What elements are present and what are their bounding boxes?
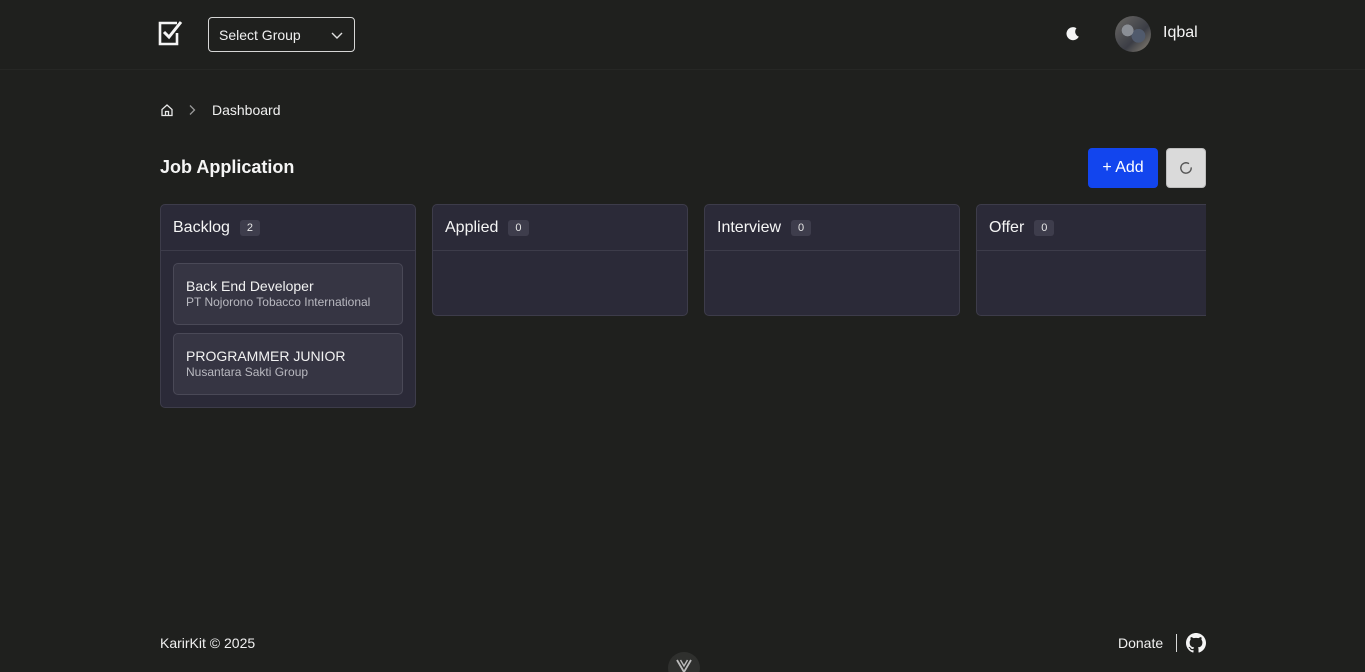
- column-header: Interview 0: [705, 205, 959, 251]
- job-title: PROGRAMMER JUNIOR: [186, 348, 346, 364]
- home-icon[interactable]: [160, 103, 174, 117]
- user-name[interactable]: Iqbal: [1163, 24, 1198, 42]
- vue-devtools-icon: [676, 659, 692, 672]
- moon-icon[interactable]: [1063, 24, 1083, 44]
- column-title: Interview: [717, 218, 782, 236]
- job-title: Back End Developer: [186, 278, 314, 294]
- column-header: Offer 0: [977, 205, 1206, 251]
- page-title: Job Application: [160, 157, 295, 177]
- job-card[interactable]: PROGRAMMER JUNIOR Nusantara Sakti Group: [173, 333, 403, 395]
- job-company: Nusantara Sakti Group: [186, 365, 309, 379]
- column-title: Offer: [989, 218, 1025, 236]
- refresh-icon: [1180, 162, 1192, 174]
- kanban-board: Backlog 2 Back End Developer PT Nojorono…: [160, 204, 1206, 414]
- group-select-label: Select Group: [219, 26, 301, 43]
- column-title: Backlog: [173, 218, 230, 236]
- column-count-badge: 0: [791, 219, 812, 236]
- checkbox-logo-icon[interactable]: [157, 19, 183, 47]
- refresh-button[interactable]: [1166, 148, 1206, 188]
- column-interview: Interview 0: [704, 204, 960, 316]
- column-count-badge: 0: [508, 219, 529, 236]
- job-company: PT Nojorono Tobacco International: [186, 295, 371, 309]
- breadcrumb-current: Dashboard: [212, 102, 281, 118]
- top-bar: Select Group Iqbal: [0, 0, 1365, 70]
- column-body: [705, 251, 959, 315]
- job-card[interactable]: Back End Developer PT Nojorono Tobacco I…: [173, 263, 403, 325]
- footer-brand: KarirKit © 2025: [160, 635, 256, 651]
- column-header: Backlog 2: [161, 205, 415, 251]
- group-select[interactable]: Select Group: [208, 17, 355, 52]
- github-icon[interactable]: [1186, 633, 1206, 653]
- column-offer: Offer 0: [976, 204, 1206, 316]
- column-applied: Applied 0: [432, 204, 688, 316]
- breadcrumb: Dashboard: [160, 101, 281, 119]
- column-body: Back End Developer PT Nojorono Tobacco I…: [161, 251, 415, 407]
- avatar[interactable]: [1115, 16, 1151, 52]
- column-body: [433, 251, 687, 315]
- column-title: Applied: [445, 218, 499, 236]
- column-backlog: Backlog 2 Back End Developer PT Nojorono…: [160, 204, 416, 408]
- chevron-down-icon: [331, 32, 343, 39]
- column-body: [977, 251, 1206, 315]
- chevron-right-icon: [189, 105, 196, 115]
- column-count-badge: 0: [1034, 219, 1055, 236]
- add-button[interactable]: + Add: [1088, 148, 1158, 188]
- donate-link[interactable]: Donate: [1118, 635, 1163, 651]
- column-header: Applied 0: [433, 205, 687, 251]
- footer-divider: [1176, 634, 1177, 652]
- vue-devtools-toggle[interactable]: [668, 652, 700, 672]
- column-count-badge: 2: [239, 219, 261, 236]
